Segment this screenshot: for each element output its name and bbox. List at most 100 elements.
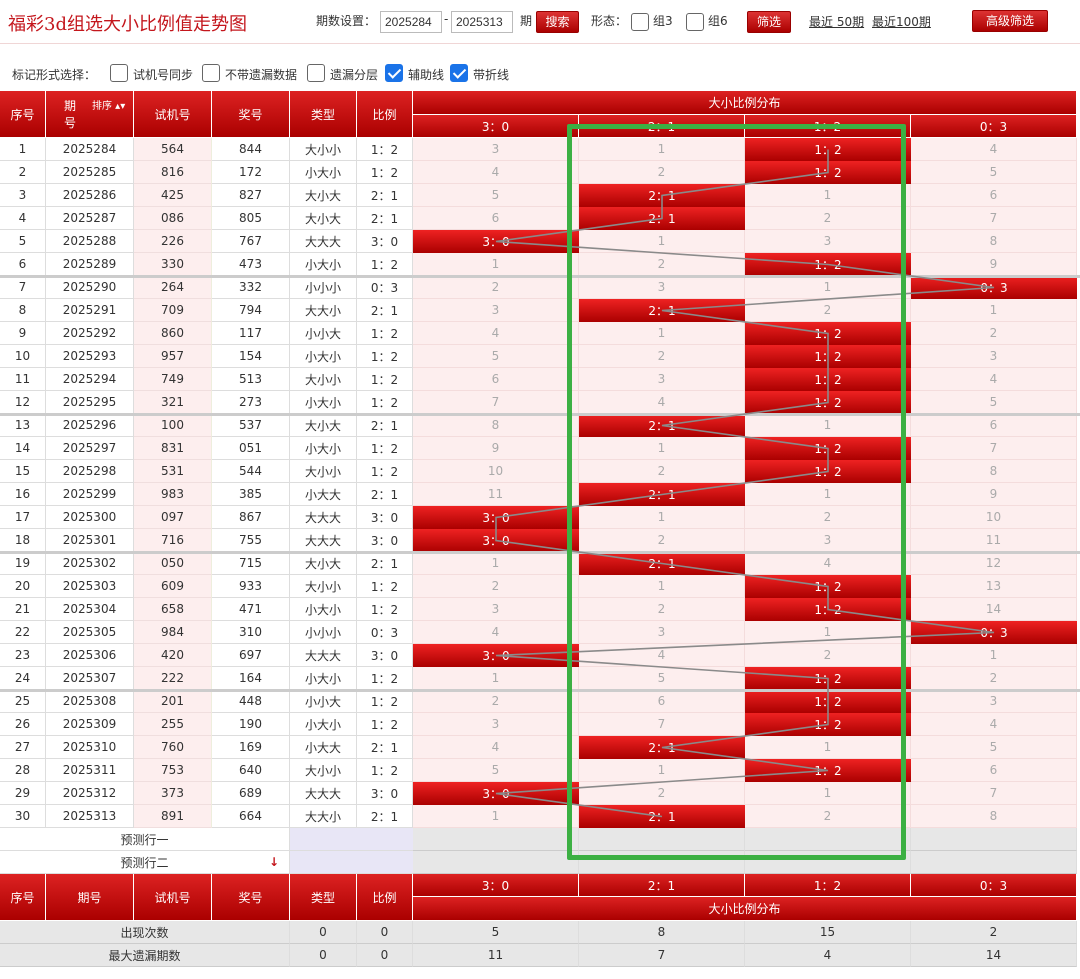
ratio-hit-cell: 1：2 <box>745 138 911 161</box>
row-prize-number: 154 <box>212 345 290 368</box>
miss-count-cell: 1 <box>579 506 745 529</box>
predict-row-cell[interactable] <box>745 828 911 851</box>
row-ratio: 1：2 <box>357 368 413 391</box>
period-suffix: 期 <box>520 14 533 28</box>
recent-50-link[interactable]: 最近 50期 <box>809 13 864 30</box>
row-seq: 4 <box>0 207 46 230</box>
sort-arrows-icon[interactable]: 排序 ▴▾ <box>92 101 125 113</box>
no-miss-data-checkbox[interactable] <box>202 64 220 82</box>
row-period: 2025313 <box>46 805 134 828</box>
predict-row-cell[interactable] <box>911 828 1077 851</box>
predict-row-input[interactable] <box>290 828 413 851</box>
stat-value: 15 <box>745 921 911 944</box>
row-test-number: 564 <box>134 138 212 161</box>
row-period: 2025308 <box>46 690 134 713</box>
ratio-hit-cell: 1：2 <box>745 575 911 598</box>
predict-row-cell[interactable] <box>413 851 579 874</box>
row-seq: 13 <box>0 414 46 437</box>
stat-ratio-value: 0 <box>357 921 413 944</box>
predict-row-cell[interactable] <box>745 851 911 874</box>
miss-count-cell: 1 <box>579 322 745 345</box>
predict-row-input[interactable] <box>290 851 413 874</box>
miss-count-cell: 3 <box>911 345 1077 368</box>
row-prize-number: 755 <box>212 529 290 552</box>
row-prize-number: 664 <box>212 805 290 828</box>
search-button[interactable]: 搜索 <box>536 11 579 33</box>
ratio-hit-cell: 3：0 <box>413 230 579 253</box>
row-ratio: 1：2 <box>357 460 413 483</box>
page-title: 福彩3d组选大小比例值走势图 <box>8 14 247 35</box>
header-ratio-col-3: 0：3 <box>911 115 1077 138</box>
row-seq: 18 <box>0 529 46 552</box>
row-type: 小大小 <box>290 345 357 368</box>
miss-count-cell: 13 <box>911 575 1077 598</box>
header-period: 期号 排序 ▴▾ <box>46 91 134 138</box>
row-seq: 10 <box>0 345 46 368</box>
page-header: 福彩3d组选大小比例值走势图 期数设置： - 期 搜索 形态： 组3 组6 筛选… <box>0 0 1080 44</box>
predict-row-cell[interactable] <box>413 828 579 851</box>
miss-count-cell: 2 <box>579 782 745 805</box>
period-from-input[interactable] <box>380 11 442 33</box>
row-period: 2025288 <box>46 230 134 253</box>
row-type: 小大小 <box>290 598 357 621</box>
row-ratio: 3：0 <box>357 782 413 805</box>
predict-row-cell[interactable] <box>911 851 1077 874</box>
row-period: 2025284 <box>46 138 134 161</box>
guide-line-checkbox[interactable] <box>385 64 403 82</box>
polyline-checkbox[interactable] <box>450 64 468 82</box>
miss-count-cell: 11 <box>911 529 1077 552</box>
predict-row-cell[interactable] <box>579 851 745 874</box>
miss-count-cell: 1 <box>413 552 579 575</box>
row-period: 2025286 <box>46 184 134 207</box>
miss-layer-checkbox[interactable] <box>307 64 325 82</box>
row-seq: 27 <box>0 736 46 759</box>
predict-row-label[interactable]: 预测行二 ↓ <box>0 851 290 874</box>
row-ratio: 3：0 <box>357 506 413 529</box>
row-period: 2025306 <box>46 644 134 667</box>
group3-checkbox[interactable] <box>631 13 649 31</box>
ratio-hit-cell: 2：1 <box>579 552 745 575</box>
row-ratio: 0：3 <box>357 621 413 644</box>
group6-checkbox[interactable] <box>686 13 704 31</box>
miss-count-cell: 5 <box>911 391 1077 414</box>
row-test-number: 264 <box>134 276 212 299</box>
miss-count-cell: 4 <box>413 161 579 184</box>
miss-count-cell: 2 <box>745 644 911 667</box>
row-type: 大小小 <box>290 368 357 391</box>
miss-count-cell: 12 <box>911 552 1077 575</box>
row-type: 小大小 <box>290 437 357 460</box>
miss-count-cell: 9 <box>911 483 1077 506</box>
period-to-input[interactable] <box>451 11 513 33</box>
miss-count-cell: 2 <box>579 460 745 483</box>
ratio-hit-cell: 2：1 <box>579 299 745 322</box>
row-seq: 3 <box>0 184 46 207</box>
filter-button[interactable]: 筛选 <box>747 11 791 33</box>
header-type: 类型 <box>290 91 357 138</box>
predict-row-label[interactable]: 预测行一 <box>0 828 290 851</box>
sync-test-checkbox[interactable] <box>110 64 128 82</box>
miss-count-cell: 6 <box>413 207 579 230</box>
advanced-filter-button[interactable]: 高级筛选 <box>972 10 1048 32</box>
miss-count-cell: 1 <box>745 276 911 299</box>
miss-count-cell: 2 <box>579 161 745 184</box>
predict-row-cell[interactable] <box>579 828 745 851</box>
miss-count-cell: 1 <box>579 437 745 460</box>
row-type: 大大大 <box>290 506 357 529</box>
header-ratio: 比例 <box>357 91 413 138</box>
row-ratio: 1：2 <box>357 690 413 713</box>
row-period: 2025297 <box>46 437 134 460</box>
miss-layer-label: 遗漏分层 <box>330 68 379 82</box>
row-type: 小大小 <box>290 667 357 690</box>
row-type: 大大小 <box>290 805 357 828</box>
row-prize-number: 172 <box>212 161 290 184</box>
row-prize-number: 933 <box>212 575 290 598</box>
miss-count-cell: 5 <box>413 184 579 207</box>
stat-value: 11 <box>413 944 579 967</box>
miss-count-cell: 7 <box>413 391 579 414</box>
ratio-hit-cell: 3：0 <box>413 782 579 805</box>
guide-line-label: 辅助线 <box>408 68 445 82</box>
miss-count-cell: 5 <box>911 736 1077 759</box>
recent-100-link[interactable]: 最近100期 <box>872 13 931 30</box>
miss-count-cell: 7 <box>911 782 1077 805</box>
row-prize-number: 513 <box>212 368 290 391</box>
